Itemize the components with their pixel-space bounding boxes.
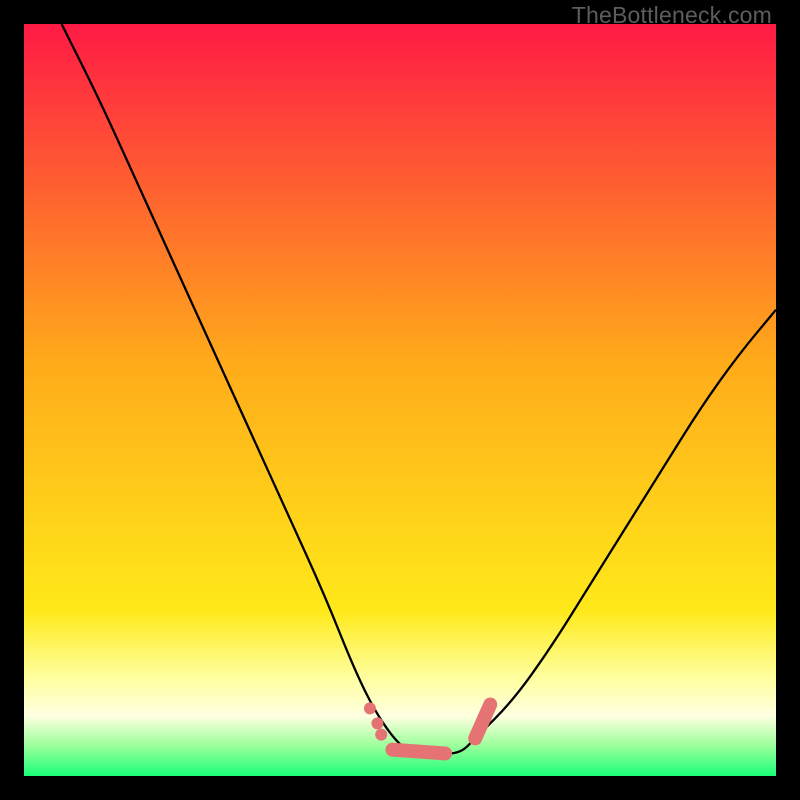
bottleneck-chart xyxy=(24,24,776,776)
marker-dot xyxy=(371,717,383,729)
gradient-background xyxy=(24,24,776,776)
marker-capsule xyxy=(392,750,445,754)
marker-dot xyxy=(375,729,387,741)
watermark-text: TheBottleneck.com xyxy=(572,2,772,29)
marker-dot xyxy=(364,702,376,714)
chart-frame xyxy=(24,24,776,776)
